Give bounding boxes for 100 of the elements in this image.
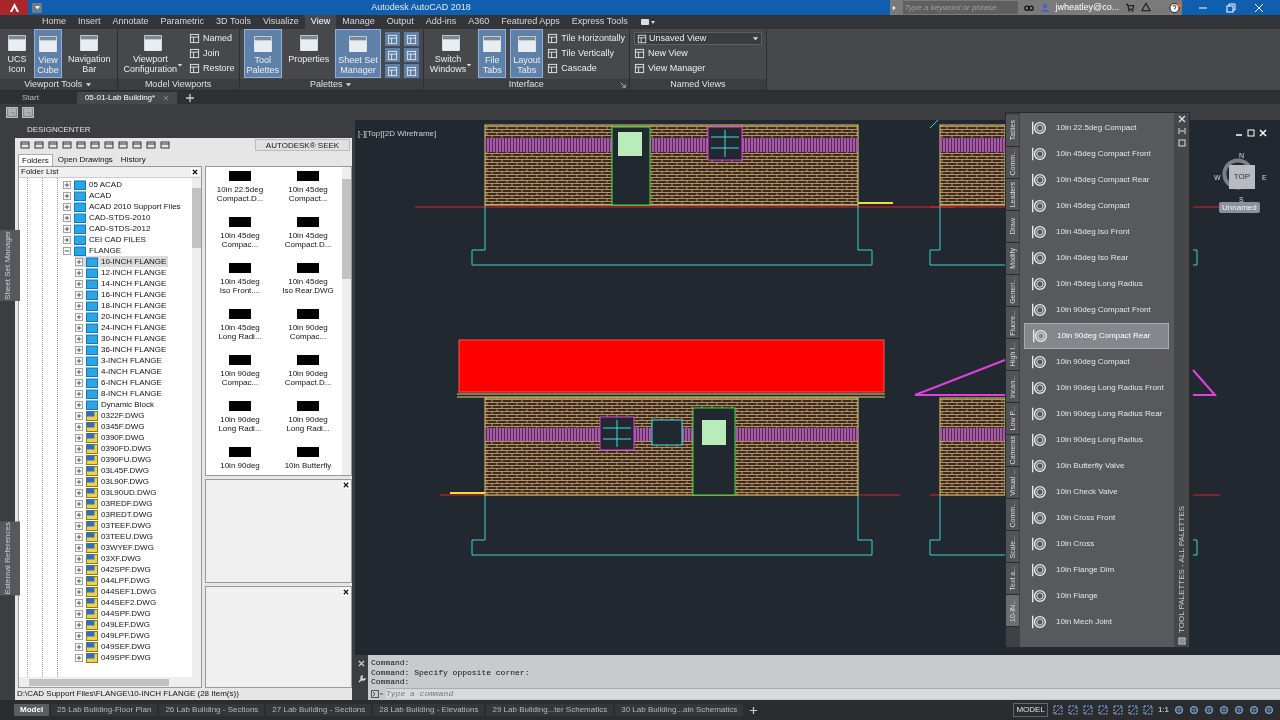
expand-toggle-icon[interactable] [75, 268, 83, 277]
expand-toggle-icon[interactable] [75, 609, 83, 618]
ribbon-tab[interactable]: View [304, 15, 337, 29]
auto-hide-icon[interactable] [1177, 127, 1186, 135]
tree-item[interactable]: 36-INCH FLANGE [75, 344, 169, 355]
tree-item[interactable]: 12-INCH FLANGE [75, 267, 169, 278]
tree-item[interactable]: 03TEEU.DWG [75, 531, 155, 542]
tree-item[interactable]: 24-INCH FLANGE [75, 322, 169, 333]
ribbon-button[interactable]: New View [633, 47, 762, 60]
ribbon-button[interactable]: Navigation Bar [66, 29, 113, 78]
tree-item[interactable]: FLANGE [63, 245, 123, 256]
command-prompt-icon[interactable] [371, 689, 383, 698]
palette-tool[interactable]: 10in 90deg Compact Rear [1024, 323, 1169, 349]
maximize-icon[interactable] [1247, 129, 1255, 137]
layout-tab[interactable]: 25 Lab Building-Floor Plan [51, 704, 158, 716]
expand-toggle-icon[interactable] [75, 301, 83, 310]
expand-toggle-icon[interactable] [75, 653, 83, 662]
tree-item[interactable]: 6-INCH FLANGE [75, 377, 164, 388]
expand-toggle-icon[interactable] [75, 499, 83, 508]
seek-button[interactable]: AUTODESK® SEEK [255, 139, 350, 151]
file-tab[interactable]: 05-01-Lab Building* [76, 92, 178, 104]
expand-toggle-icon[interactable] [63, 180, 71, 189]
tree-item[interactable]: 10-INCH FLANGE [75, 256, 169, 267]
ribbon-button[interactable]: UCS Icon [4, 29, 30, 78]
tree-item[interactable]: 05 ACAD [63, 179, 124, 190]
expand-toggle-icon[interactable] [75, 576, 83, 585]
expand-toggle-icon[interactable] [75, 257, 83, 266]
tree-item[interactable]: 044SEF1.DWG [75, 586, 159, 597]
tree-item[interactable]: 03WYEF.DWG [75, 542, 156, 553]
properties-icon[interactable] [1177, 139, 1186, 147]
tree-item[interactable]: 8-INCH FLANGE [75, 388, 164, 399]
expand-toggle-icon[interactable] [75, 367, 83, 376]
expand-toggle-icon[interactable] [75, 466, 83, 475]
expand-toggle-icon[interactable] [75, 356, 83, 365]
block-thumbnail[interactable] [297, 309, 319, 319]
tree-item[interactable]: 4-INCH FLANGE [75, 366, 164, 377]
scrollbar-thumb[interactable] [29, 678, 169, 686]
wrench-icon[interactable] [357, 675, 366, 683]
side-panel-tab[interactable]: Sheet Set Manager [0, 230, 20, 301]
ribbon-tab[interactable]: Insert [72, 15, 107, 29]
tree-item[interactable]: 0390F.DWG [75, 432, 147, 443]
expand-toggle-icon[interactable] [75, 312, 83, 321]
tree-item[interactable]: 03L45F.DWG [75, 465, 152, 476]
layout-tab[interactable]: 29 Lab Building...ter Schematics [486, 704, 614, 716]
expand-toggle-icon[interactable] [63, 191, 71, 200]
tree-item[interactable]: 0390FD.DWG [75, 443, 154, 454]
tree-item[interactable]: 14-INCH FLANGE [75, 278, 169, 289]
block-thumbnail[interactable] [229, 401, 251, 411]
tab[interactable]: History [117, 154, 149, 166]
ribbon-button[interactable]: Viewport Configuration [121, 29, 186, 78]
tree-item[interactable]: 3-INCH FLANGE [75, 355, 164, 366]
ribbon-tab[interactable]: Output [380, 15, 420, 29]
expand-toggle-icon[interactable] [75, 455, 83, 464]
application-menu-button[interactable] [0, 0, 28, 15]
ribbon-button[interactable]: Switch Windows [427, 29, 475, 78]
quick-access-menu-button[interactable] [32, 2, 42, 13]
tree-item[interactable]: 049LPF.DWG [75, 630, 152, 641]
help-icon[interactable] [1169, 1, 1182, 14]
ribbon-button[interactable]: Tile Horizontally [547, 32, 625, 45]
layout-tab[interactable]: 28 Lab Building - Elevations [373, 704, 485, 716]
ribbon-button[interactable]: View Cube [34, 29, 62, 78]
tree-item[interactable]: 049LEF.DWG [75, 619, 152, 630]
tree-item[interactable]: Dynamic Block [75, 399, 156, 410]
block-thumbnail[interactable] [229, 171, 251, 181]
block-thumbnail[interactable] [229, 263, 251, 273]
expand-toggle-icon[interactable] [75, 642, 83, 651]
block-thumbnail[interactable] [229, 217, 251, 227]
expand-toggle-icon[interactable] [75, 433, 83, 442]
block-thumbnail[interactable] [297, 263, 319, 273]
caret-icon[interactable] [345, 81, 353, 88]
expand-toggle-icon[interactable] [63, 235, 71, 244]
tree-item[interactable]: 03REDT.DWG [75, 509, 155, 520]
tree-item[interactable]: CAD-STDS-2010 [63, 212, 153, 223]
expand-toggle-icon[interactable] [75, 521, 83, 530]
tree-item[interactable]: 044LPF.DWG [75, 575, 152, 586]
ribbon-tab[interactable]: Express Tools [565, 15, 634, 29]
scrollbar-thumb[interactable] [192, 188, 201, 248]
block-thumbnail[interactable] [297, 355, 319, 365]
tree-item[interactable]: 0345F.DWG [75, 421, 147, 432]
tab[interactable]: Folders [18, 154, 53, 166]
tree-item[interactable]: ACAD 2010 Support Files [63, 201, 183, 212]
tree-item[interactable]: 049SPF.DWG [75, 652, 153, 663]
restore-icon[interactable] [1226, 2, 1236, 13]
block-thumbnail[interactable] [297, 171, 319, 181]
tree-item[interactable]: ACAD [63, 190, 114, 201]
cart-icon[interactable] [1125, 2, 1136, 13]
ribbon-button[interactable]: Tool Palettes [243, 29, 283, 78]
ribbon-button[interactable]: Cascade [547, 62, 625, 75]
expand-toggle-icon[interactable] [75, 334, 83, 343]
dialog-launcher-icon[interactable] [619, 81, 626, 88]
tree-item[interactable]: CAD-STDS-2012 [63, 223, 153, 234]
expand-toggle-icon[interactable] [75, 290, 83, 299]
ribbon-button[interactable]: Join [189, 47, 235, 60]
collapse-toggle-icon[interactable] [63, 246, 71, 255]
ribbon-button[interactable]: File Tabs [478, 29, 507, 78]
ribbon-button[interactable]: View Manager [633, 62, 762, 75]
side-panel-tab[interactable]: External References [0, 520, 20, 596]
expand-toggle-icon[interactable] [75, 620, 83, 629]
tree-item[interactable]: 03L90UD.DWG [75, 487, 159, 498]
viewport-controls-label[interactable]: [-][Top][2D Wireframe] [358, 128, 437, 140]
